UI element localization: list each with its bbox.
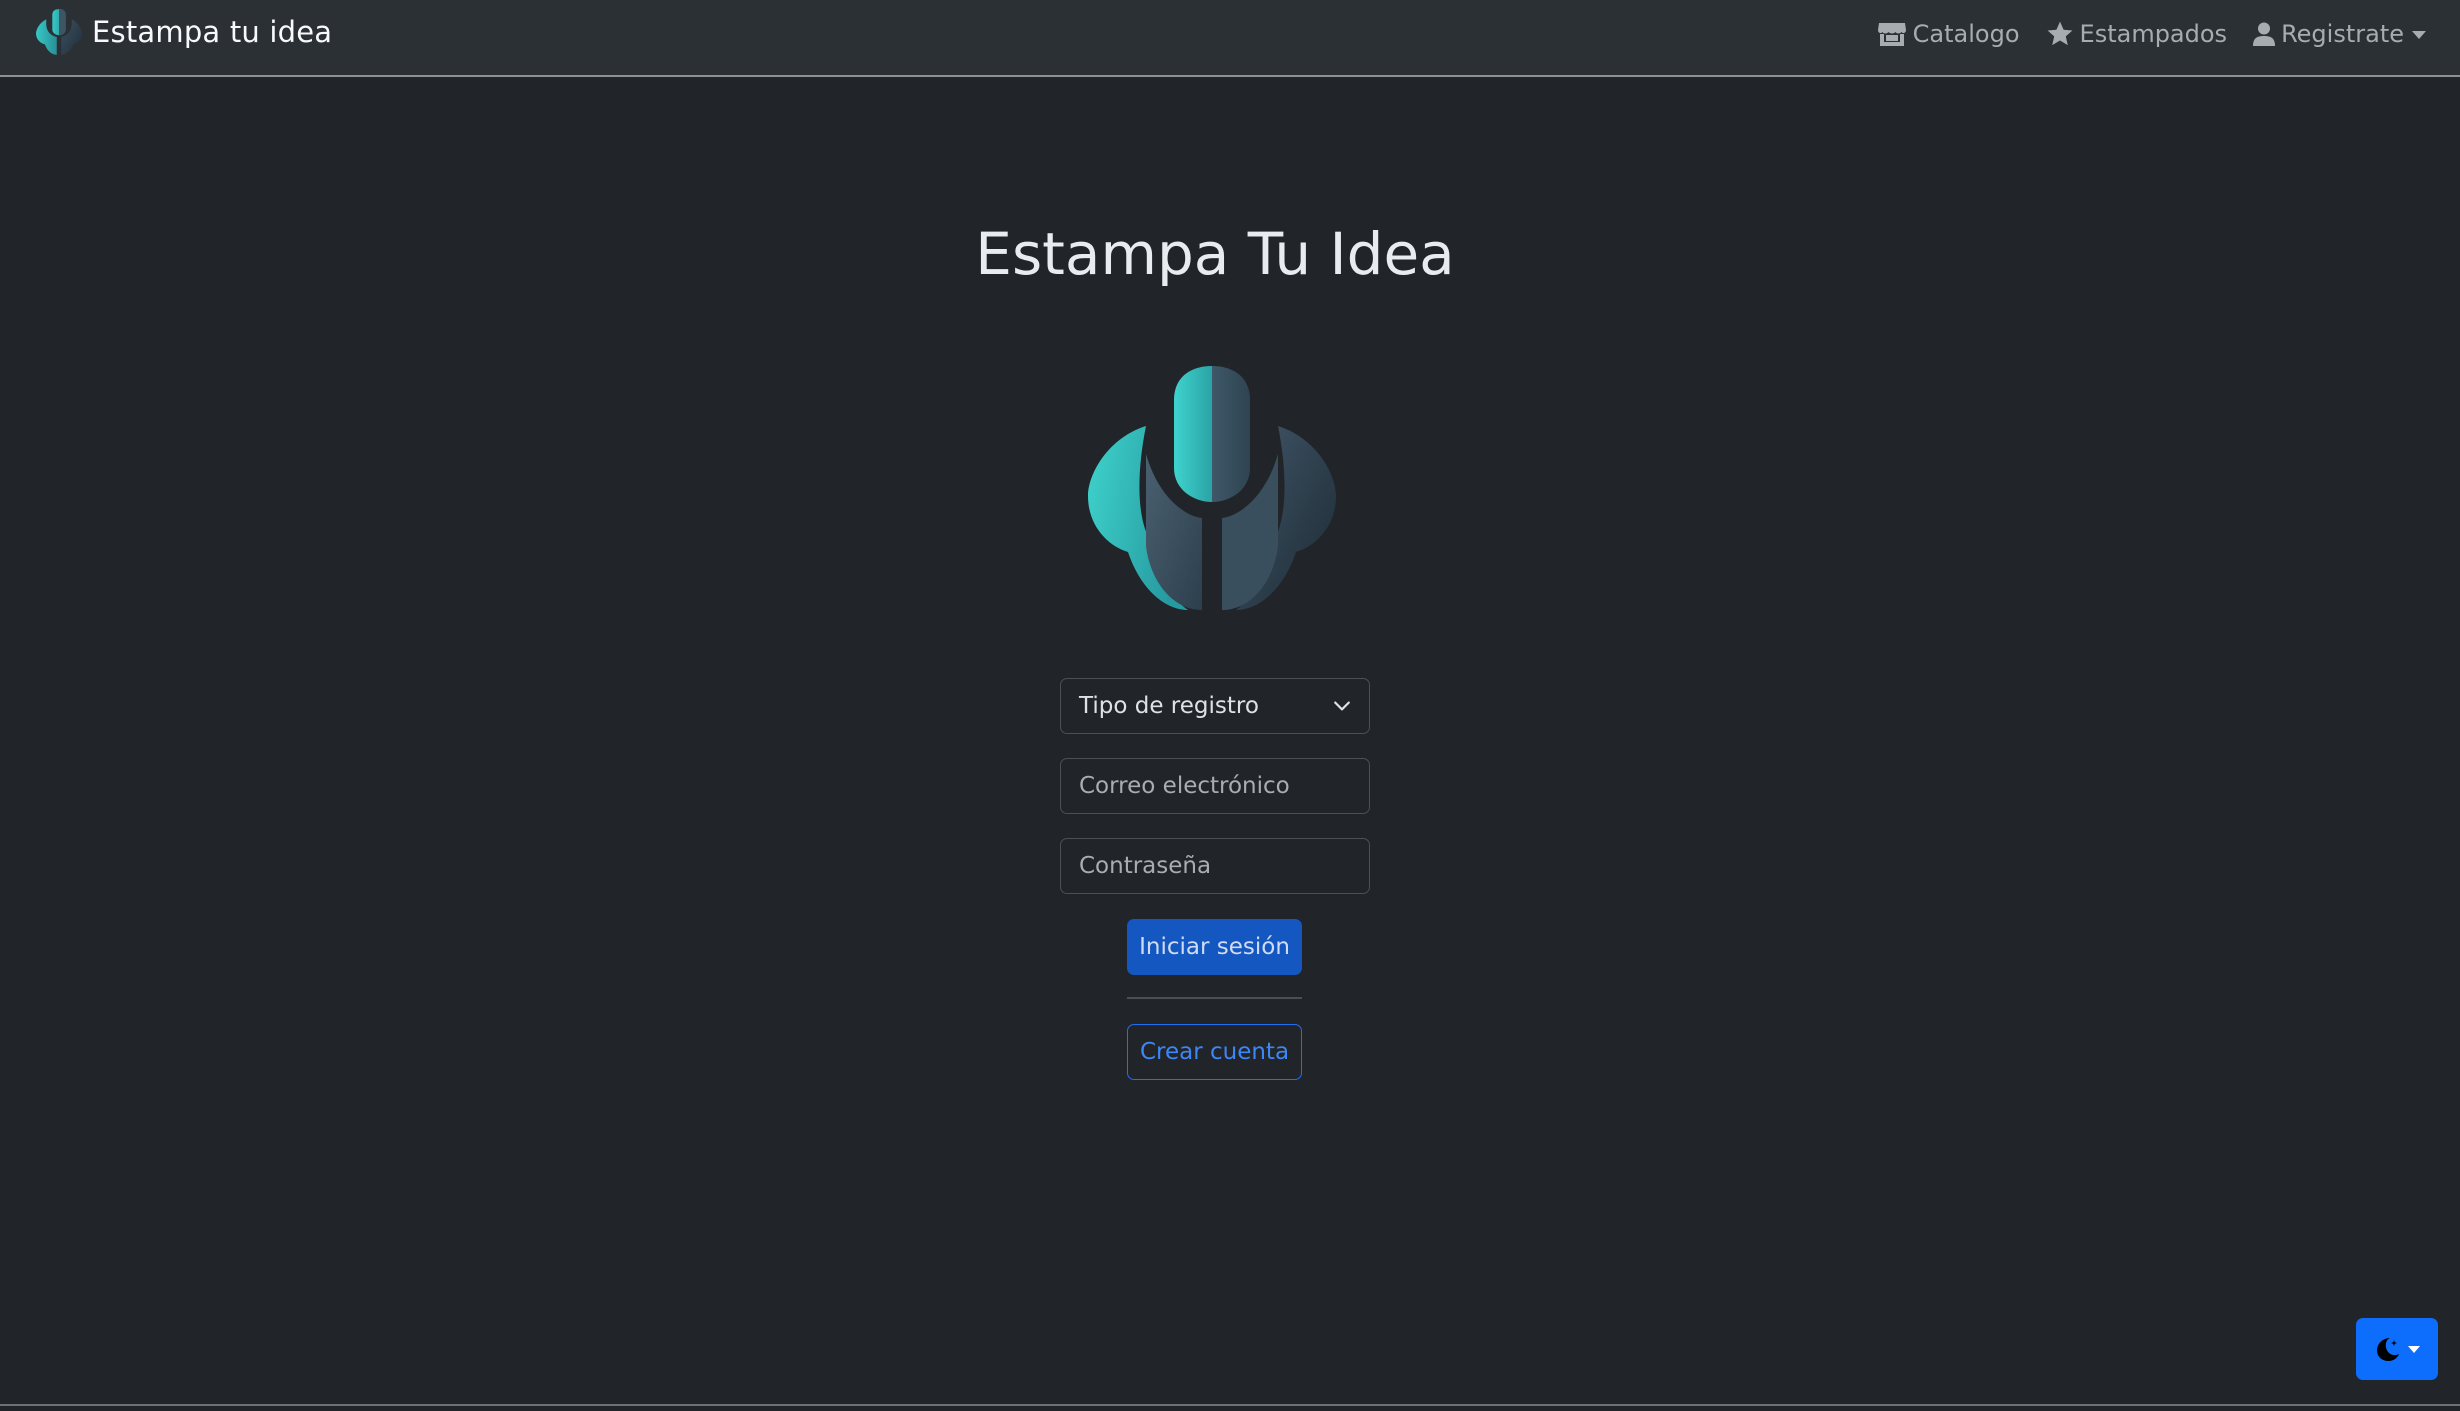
nav-prints-link[interactable]: Estampados — [2046, 20, 2228, 48]
chevron-down-icon — [1334, 701, 1350, 711]
navbar: Estampa tu idea Catalogo Estampados Regi… — [0, 0, 2460, 77]
page-title: Estampa Tu Idea — [975, 220, 1455, 288]
nav-catalog-label: Catalogo — [1912, 20, 2020, 48]
password-field[interactable] — [1060, 838, 1370, 894]
login-button[interactable]: Iniciar sesión — [1127, 919, 1302, 975]
logo-icon — [1088, 366, 1336, 610]
divider — [1127, 997, 1302, 999]
user-icon — [2253, 22, 2276, 46]
store-icon — [1877, 23, 1906, 46]
logo-icon — [36, 9, 82, 55]
chevron-down-icon — [2412, 31, 2426, 39]
nav-register-label: Registrate — [2281, 20, 2404, 48]
chevron-down-icon — [2408, 1345, 2420, 1353]
email-field[interactable] — [1060, 758, 1370, 814]
nav-prints-label: Estampados — [2079, 20, 2228, 48]
star-icon — [2047, 21, 2072, 46]
moon-icon — [2377, 1338, 2399, 1361]
brand-name: Estampa tu idea — [92, 15, 333, 49]
nav-register-dropdown[interactable]: Registrate — [2253, 20, 2426, 48]
nav-catalog-link[interactable]: Catalogo — [1877, 20, 2020, 48]
nav-links: Catalogo Estampados Registrate — [1851, 14, 2426, 54]
create-account-button[interactable]: Crear cuenta — [1127, 1024, 1302, 1080]
registration-type-select[interactable]: Tipo de registro — [1060, 678, 1370, 734]
theme-toggle-button[interactable] — [2356, 1318, 2438, 1380]
brand-link[interactable]: Estampa tu idea — [36, 4, 332, 60]
page-bottom-border — [0, 1404, 2460, 1406]
registration-type-value: Tipo de registro — [1079, 693, 1259, 719]
